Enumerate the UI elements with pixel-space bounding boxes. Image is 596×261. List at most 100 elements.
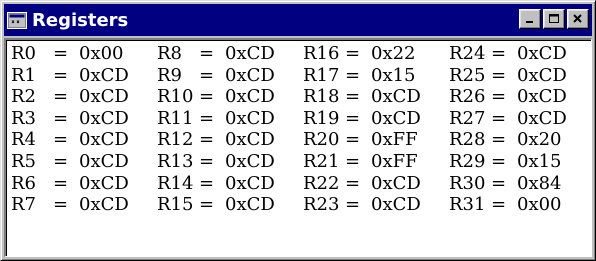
register-entry[interactable]: R31 = 0x00 (449, 194, 595, 216)
register-entry[interactable]: R12 = 0xCD (157, 129, 303, 151)
register-name: R25 (449, 64, 486, 86)
window-title: Registers (32, 9, 129, 31)
register-value[interactable]: 0xCD (371, 173, 449, 195)
register-entry[interactable]: R4 = 0xCD (11, 129, 157, 151)
register-entry[interactable]: R25 = 0xCD (449, 65, 595, 87)
equals-sign: = (345, 129, 361, 151)
register-value[interactable]: 0xCD (517, 65, 595, 87)
register-value[interactable]: 0xCD (79, 173, 157, 195)
register-value[interactable]: 0xFF (371, 151, 449, 173)
register-row: R0 = 0x00 R8 = 0xCD R16 = 0x22 R24 = 0xCD (11, 43, 595, 65)
register-value[interactable]: 0xCD (517, 86, 595, 108)
window-system-menu-icon[interactable] (7, 11, 27, 29)
register-value[interactable]: 0xCD (225, 129, 303, 151)
register-entry[interactable]: R27 = 0xCD (449, 108, 595, 130)
register-value[interactable]: 0xCD (79, 108, 157, 130)
register-entry[interactable]: R5 = 0xCD (11, 151, 157, 173)
register-value[interactable]: 0x84 (517, 173, 595, 195)
register-entry[interactable]: R9 = 0xCD (157, 65, 303, 87)
equals-sign: = (53, 172, 69, 194)
register-name: R4 (11, 129, 37, 151)
register-value[interactable]: 0x20 (517, 129, 595, 151)
title-bar[interactable]: Registers (4, 4, 592, 36)
register-entry[interactable]: R20 = 0xFF (303, 129, 449, 151)
close-icon (573, 14, 582, 23)
equals-sign: = (53, 86, 69, 108)
register-value[interactable]: 0xCD (371, 86, 449, 108)
register-value[interactable]: 0x15 (371, 65, 449, 87)
register-entry[interactable]: R13 = 0xCD (157, 151, 303, 173)
register-entry[interactable]: R30 = 0x84 (449, 173, 595, 195)
register-name: R12 (157, 129, 194, 151)
register-entry[interactable]: R23 = 0xCD (303, 194, 449, 216)
equals-sign: = (345, 64, 361, 86)
register-entry[interactable]: R16 = 0x22 (303, 43, 449, 65)
register-value[interactable]: 0xCD (225, 65, 303, 87)
register-value[interactable]: 0xCD (225, 43, 303, 65)
equals-sign: = (199, 43, 215, 64)
minimize-button[interactable] (519, 9, 541, 29)
equals-sign: = (199, 194, 215, 216)
register-row: R3 = 0xCD R11 = 0xCD R19 = 0xCD R27 = 0xCD (11, 108, 595, 130)
register-name: R21 (303, 150, 340, 172)
register-entry[interactable]: R0 = 0x00 (11, 43, 157, 65)
register-value[interactable]: 0x22 (371, 43, 449, 65)
equals-sign: = (491, 150, 507, 172)
register-name: R6 (11, 172, 37, 194)
register-entry[interactable]: R28 = 0x20 (449, 129, 595, 151)
register-table: R0 = 0x00 R8 = 0xCD R16 = 0x22 R24 = 0xCD R1 = 0xCD R9 =… (11, 43, 595, 216)
register-entry[interactable]: R10 = 0xCD (157, 86, 303, 108)
register-name: R16 (303, 43, 340, 64)
equals-sign: = (491, 107, 507, 129)
register-value[interactable]: 0xFF (371, 129, 449, 151)
register-value[interactable]: 0xCD (225, 86, 303, 108)
register-entry[interactable]: R22 = 0xCD (303, 173, 449, 195)
register-value[interactable]: 0xCD (79, 151, 157, 173)
register-value[interactable]: 0x00 (517, 194, 595, 216)
equals-sign: = (491, 86, 507, 108)
register-name: R5 (11, 150, 37, 172)
maximize-button[interactable] (543, 9, 565, 29)
register-value[interactable]: 0xCD (225, 194, 303, 216)
register-entry[interactable]: R17 = 0x15 (303, 65, 449, 87)
register-name: R28 (449, 129, 486, 151)
register-entry[interactable]: R14 = 0xCD (157, 173, 303, 195)
register-value[interactable]: 0xCD (371, 108, 449, 130)
register-value[interactable]: 0x00 (79, 43, 157, 65)
register-entry[interactable]: R26 = 0xCD (449, 86, 595, 108)
close-button[interactable] (567, 9, 589, 29)
register-value[interactable]: 0xCD (517, 108, 595, 130)
register-entry[interactable]: R2 = 0xCD (11, 86, 157, 108)
register-entry[interactable]: R18 = 0xCD (303, 86, 449, 108)
register-name: R27 (449, 107, 486, 129)
register-name: R13 (157, 150, 194, 172)
register-entry[interactable]: R7 = 0xCD (11, 194, 157, 216)
register-value[interactable]: 0xCD (79, 194, 157, 216)
equals-sign: = (345, 194, 361, 216)
register-entry[interactable]: R21 = 0xFF (303, 151, 449, 173)
register-value[interactable]: 0xCD (79, 65, 157, 87)
equals-sign: = (345, 86, 361, 108)
register-entry[interactable]: R19 = 0xCD (303, 108, 449, 130)
register-name: R23 (303, 194, 340, 216)
equals-sign: = (199, 172, 215, 194)
register-entry[interactable]: R1 = 0xCD (11, 65, 157, 87)
register-value[interactable]: 0xCD (79, 86, 157, 108)
register-value[interactable]: 0xCD (225, 108, 303, 130)
register-entry[interactable]: R15 = 0xCD (157, 194, 303, 216)
register-value[interactable]: 0xCD (225, 151, 303, 173)
register-entry[interactable]: R8 = 0xCD (157, 43, 303, 65)
register-value[interactable]: 0x15 (517, 151, 595, 173)
register-entry[interactable]: R24 = 0xCD (449, 43, 595, 65)
register-name: R17 (303, 64, 340, 86)
register-value[interactable]: 0xCD (371, 194, 449, 216)
register-entry[interactable]: R11 = 0xCD (157, 108, 303, 130)
register-entry[interactable]: R29 = 0x15 (449, 151, 595, 173)
register-value[interactable]: 0xCD (79, 129, 157, 151)
registers-pane[interactable]: R0 = 0x00 R8 = 0xCD R16 = 0x22 R24 = 0xCD R1 = 0xCD R9 =… (4, 38, 592, 257)
equals-sign: = (53, 64, 69, 86)
register-value[interactable]: 0xCD (225, 173, 303, 195)
register-entry[interactable]: R3 = 0xCD (11, 108, 157, 130)
register-value[interactable]: 0xCD (517, 43, 595, 65)
register-entry[interactable]: R6 = 0xCD (11, 173, 157, 195)
